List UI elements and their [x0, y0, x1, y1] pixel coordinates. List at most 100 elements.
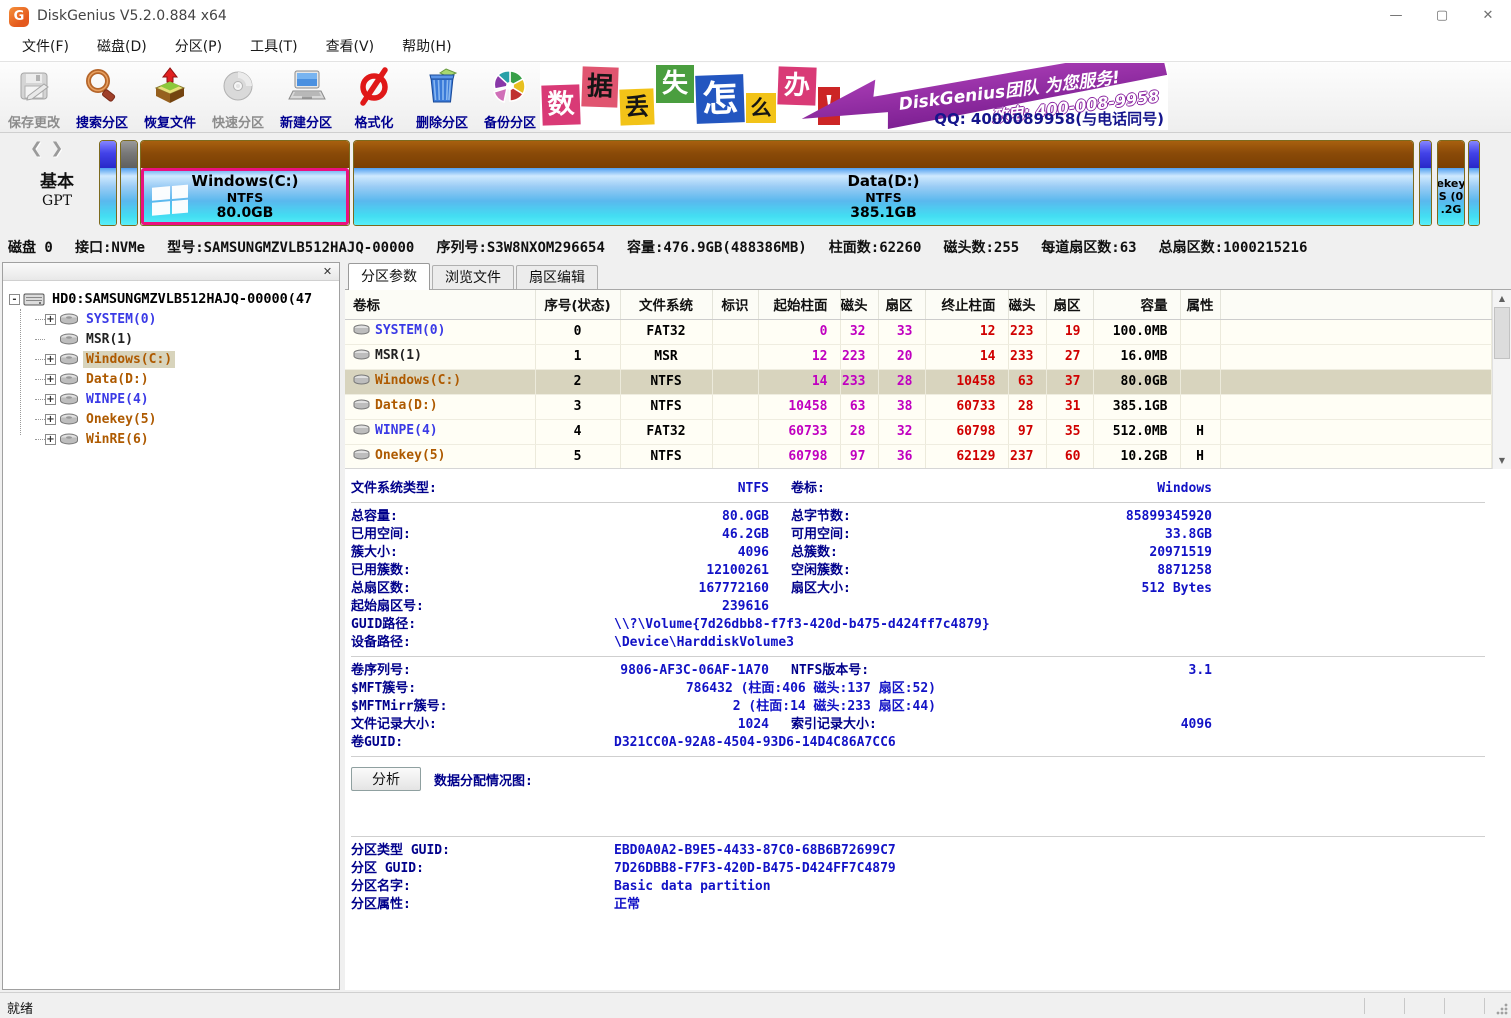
new-partition-button[interactable]: 新建分区	[272, 63, 340, 131]
backup-partition-button[interactable]: 备份分区	[476, 63, 544, 131]
partition-row-onekey[interactable]: Onekey(5) 5NTFS 607989736 6212923760 10.…	[345, 444, 1492, 469]
toolbar-button-label: 搜索分区	[76, 112, 128, 131]
col-start-head[interactable]: 磁头	[840, 290, 878, 319]
toolbar-button-label: 格式化	[354, 112, 393, 131]
expand-icon[interactable]: +	[45, 414, 56, 425]
tree-item-label: Onekey(5)	[83, 411, 159, 428]
tree-item-windows-c[interactable]: + Windows(C:)	[9, 349, 339, 369]
close-button[interactable]: ✕	[1465, 0, 1511, 34]
tree-item-onekey[interactable]: + Onekey(5)	[9, 409, 339, 429]
col-start-cylinder[interactable]: 起始柱面	[758, 290, 840, 319]
resize-grip[interactable]	[1496, 1003, 1508, 1015]
col-capacity[interactable]: 容量	[1093, 290, 1180, 319]
toolbar-button-label: 保存更改	[8, 112, 60, 131]
disk-heads: 磁头数:255	[943, 240, 1019, 256]
col-index-status[interactable]: 序号(状态)	[535, 290, 620, 319]
detail-row: 设备路径:\Device\HarddiskVolume3	[351, 634, 1485, 652]
partition-label: Data(D:) NTFS 385.1GB	[354, 168, 1413, 225]
disk-style: 基本	[22, 167, 92, 192]
tree-root-disk[interactable]: - HD0:SAMSUNGMZVLB512HAJQ-00000(47	[9, 289, 339, 309]
tree-item-winre[interactable]: + WinRE(6)	[9, 429, 339, 449]
detail-row: $MFT簇号:786432 (柱面:406 磁头:137 扇区:52)	[351, 680, 1485, 698]
diskgenius-window: G DiskGenius V5.2.0.884 x64 — ▢ ✕ 文件(F) …	[0, 0, 1511, 1018]
collapse-icon[interactable]: -	[9, 294, 20, 305]
menu-view[interactable]: 查看(V)	[312, 34, 389, 61]
expand-icon[interactable]: +	[45, 354, 56, 365]
menu-disk[interactable]: 磁盘(D)	[83, 34, 161, 61]
menu-help[interactable]: 帮助(H)	[388, 34, 465, 61]
scroll-up-icon[interactable]: ▲	[1493, 290, 1511, 307]
divider	[351, 836, 1485, 837]
partition-table: 卷标 序号(状态) 文件系统 标识 起始柱面 磁头 扇区 终止柱面 磁头 扇区 …	[345, 290, 1492, 469]
menu-tools[interactable]: 工具(T)	[236, 34, 311, 61]
minimize-button[interactable]: —	[1373, 0, 1419, 34]
close-panel-icon[interactable]: ✕	[320, 264, 335, 279]
disk-number: 磁盘 0	[8, 240, 53, 256]
col-end-head[interactable]: 磁头	[1008, 290, 1046, 319]
menu-file[interactable]: 文件(F)	[8, 34, 83, 61]
scroll-down-icon[interactable]: ▼	[1493, 452, 1511, 469]
col-filesystem[interactable]: 文件系统	[620, 290, 712, 319]
recover-files-icon	[150, 66, 190, 110]
maximize-button[interactable]: ▢	[1419, 0, 1465, 34]
tree-item-data-d[interactable]: + Data(D:)	[9, 369, 339, 389]
partition-row-windows-c[interactable]: Windows(C:) 2NTFS 1423328 104586337 80.0…	[345, 369, 1492, 394]
disk-model: 型号:SAMSUNGMZVLB512HAJQ-00000	[167, 240, 414, 256]
quick-partition-button[interactable]: 快速分区	[204, 63, 272, 131]
partition-block-onekey[interactable]: ekey S (0 .2G	[1437, 140, 1465, 226]
banner-tile: 丢	[619, 88, 654, 125]
col-end-cylinder[interactable]: 终止柱面	[925, 290, 1008, 319]
col-flag[interactable]: 标识	[712, 290, 758, 319]
partition-row-msr[interactable]: MSR(1) 1MSR 1222320 1423327 16.0MB	[345, 344, 1492, 369]
col-start-sector[interactable]: 扇区	[878, 290, 925, 319]
window-controls: — ▢ ✕	[1373, 0, 1511, 34]
prev-disk-icon[interactable]: ❮	[30, 139, 51, 157]
col-attributes[interactable]: 属性	[1180, 290, 1220, 319]
col-end-sector[interactable]: 扇区	[1046, 290, 1093, 319]
scrollbar-thumb[interactable]	[1494, 307, 1510, 359]
search-partition-button[interactable]: 搜索分区	[68, 63, 136, 131]
partition-icon	[59, 353, 79, 366]
tree-item-msr[interactable]: MSR(1)	[9, 329, 339, 349]
statusbar-divider	[1364, 998, 1365, 1014]
tree-item-system[interactable]: + SYSTEM(0)	[9, 309, 339, 329]
partition-block-winpe[interactable]	[1419, 140, 1432, 226]
tab-browse-files[interactable]: 浏览文件	[432, 265, 514, 289]
recover-files-button[interactable]: 恢复文件	[136, 63, 204, 131]
partition-block-windows-c[interactable]: Windows(C:) NTFS 80.0GB	[140, 140, 350, 226]
expand-icon[interactable]: +	[45, 394, 56, 405]
toolbar-button-label: 备份分区	[484, 112, 536, 131]
delete-partition-button[interactable]: 删除分区	[408, 63, 476, 131]
format-button[interactable]: 格式化	[340, 63, 408, 131]
detail-row: 总容量:80.0GB 总字节数:85899345920	[351, 508, 1485, 526]
allocation-map-label: 数据分配情况图:	[434, 770, 533, 789]
save-changes-button[interactable]: 保存更改	[0, 63, 68, 131]
disk-serial: 序列号:S3W8NXOM296654	[436, 240, 604, 256]
partition-block-system[interactable]	[99, 140, 117, 226]
expand-icon[interactable]: +	[45, 374, 56, 385]
tab-partition-parameters[interactable]: 分区参数	[348, 263, 430, 290]
partition-row-winpe[interactable]: WINPE(4) 4FAT32 607332832 607989735 512.…	[345, 419, 1492, 444]
partition-row-data-d[interactable]: Data(D:) 3NTFS 104586338 607332831 385.1…	[345, 394, 1492, 419]
tree-item-winpe[interactable]: + WINPE(4)	[9, 389, 339, 409]
hdd-icon	[23, 292, 45, 307]
table-scrollbar[interactable]: ▲ ▼	[1492, 290, 1511, 469]
partition-block-data-d[interactable]: Data(D:) NTFS 385.1GB	[353, 140, 1414, 226]
analyze-button[interactable]: 分析	[351, 767, 421, 791]
col-volume-label[interactable]: 卷标	[345, 290, 535, 319]
partition-block-msr[interactable]	[120, 140, 138, 226]
disk-total-sectors: 总扇区数:1000215216	[1159, 240, 1308, 256]
app-logo-icon: G	[9, 7, 29, 27]
tree-item-label: WINPE(4)	[83, 391, 152, 408]
promo-banner[interactable]: 数 据 丢 失 怎 么 办 ! DiskGenius团队 为您服务! 致电: 4…	[540, 63, 1168, 130]
expand-icon[interactable]: +	[45, 314, 56, 325]
detail-row: 总扇区数:167772160 扇区大小:512 Bytes	[351, 580, 1485, 598]
partition-map: Windows(C:) NTFS 80.0GB Data(D:) NTFS 38…	[97, 133, 1489, 230]
next-disk-icon[interactable]: ❯	[51, 139, 72, 157]
partition-block-winre[interactable]	[1468, 140, 1480, 226]
partition-row-system[interactable]: SYSTEM(0) 0FAT32 03233 1222319 100.0MB	[345, 319, 1492, 344]
expand-icon[interactable]: +	[45, 434, 56, 445]
col-filler	[1220, 290, 1492, 319]
menu-partition[interactable]: 分区(P)	[161, 34, 236, 61]
tab-sector-edit[interactable]: 扇区编辑	[516, 265, 598, 289]
